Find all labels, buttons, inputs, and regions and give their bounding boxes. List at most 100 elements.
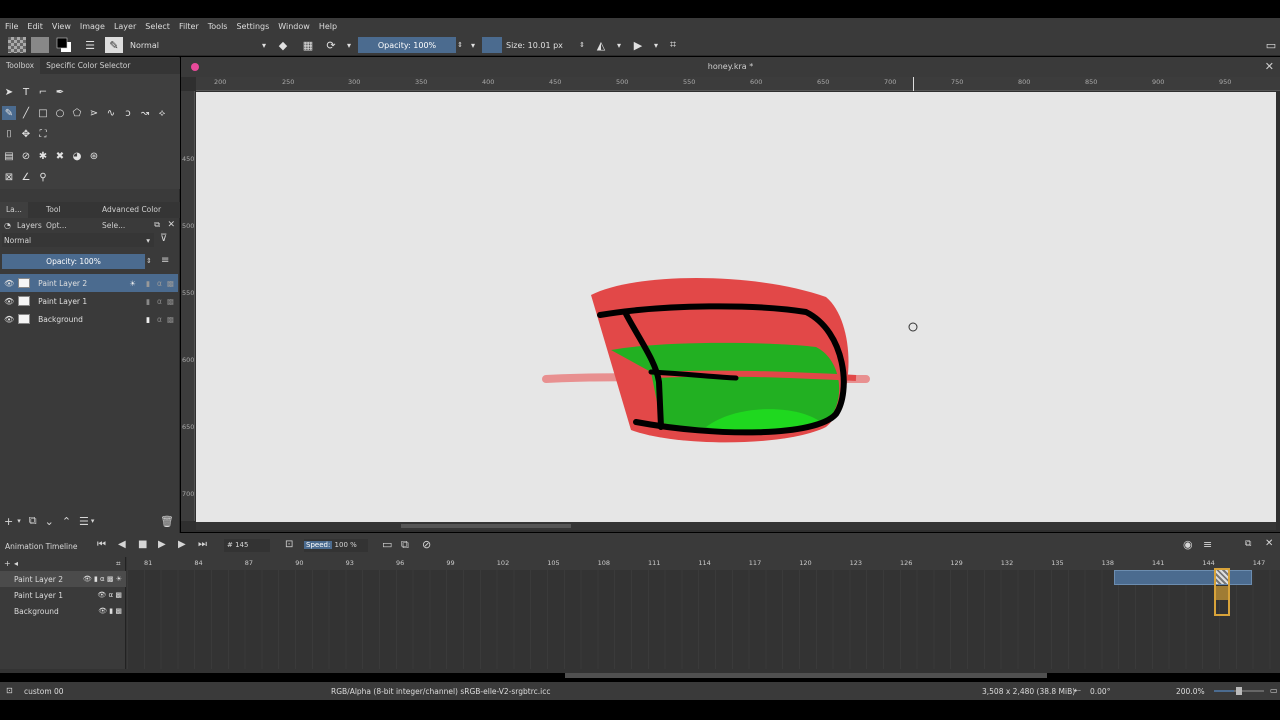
lock-icon[interactable]: ▮	[146, 315, 150, 324]
menu-help[interactable]: Help	[319, 22, 337, 31]
move-layer-up-icon[interactable]: ⌃	[62, 515, 71, 528]
onion-skin-toggle-icon[interactable]: ▭	[382, 538, 392, 551]
measure-tool-icon[interactable]: ∠	[19, 170, 33, 184]
opacity-spin-icon[interactable]: ⇕	[146, 257, 152, 265]
menu-image[interactable]: Image	[80, 22, 105, 31]
tab-layers[interactable]: La...	[0, 202, 28, 218]
first-frame-icon[interactable]: ⏮	[97, 539, 106, 550]
color-picker-icon[interactable]: ⊘	[19, 149, 33, 163]
ellipse-tool-icon[interactable]: ○	[53, 106, 67, 120]
fullscreen-icon[interactable]: ▭	[1270, 686, 1278, 695]
polyline-tool-icon[interactable]: ⋗	[87, 106, 101, 120]
freehand-path-icon[interactable]: ↄ	[121, 106, 135, 120]
menu-view[interactable]: View	[52, 22, 71, 31]
multibrush-icon[interactable]: ⟡	[155, 106, 169, 120]
transform-tool-icon[interactable]: ⛶	[36, 127, 50, 141]
chevron-down-icon[interactable]: ▾	[468, 37, 478, 53]
chevron-down-icon[interactable]: ▾	[651, 37, 661, 53]
brush-preset-icon[interactable]: ✎	[105, 37, 123, 53]
size-slider[interactable]: Size: 10.01 px	[502, 37, 578, 53]
alpha-lock-icon[interactable]: α	[157, 297, 162, 306]
brush-settings-icon[interactable]: ☰	[82, 37, 98, 53]
layer-flags-icon[interactable]: 👁 α ▩	[97, 591, 122, 599]
bezier-tool-icon[interactable]: ∿	[104, 106, 118, 120]
opacity-spin-icon[interactable]: ⇕	[456, 37, 464, 53]
pin-icon[interactable]: ⌗	[116, 559, 121, 569]
tab-toolbox[interactable]: Toolbox	[0, 58, 41, 74]
timeline-row-background[interactable]: Background 👁 ▮ ▩	[0, 603, 126, 619]
play-icon[interactable]: ▶	[158, 539, 166, 550]
add-layer-icon[interactable]: +	[4, 559, 11, 568]
freehand-brush-icon[interactable]: ✎	[2, 106, 16, 120]
fg-bg-color-button[interactable]	[55, 37, 73, 53]
layer-menu-icon[interactable]: ≡	[161, 255, 169, 266]
inherit-alpha-icon[interactable]: ▩	[167, 315, 174, 324]
document-tab[interactable]: honey.kra * ✕	[181, 57, 1280, 77]
close-icon[interactable]: ✕	[1265, 538, 1273, 549]
alpha-lock-icon[interactable]: α	[157, 315, 162, 324]
text-tool-icon[interactable]: T	[19, 85, 33, 99]
onion-skin-options-icon[interactable]: ⧉	[401, 538, 409, 552]
chevron-down-icon[interactable]: ▾	[17, 517, 21, 525]
next-frame-icon[interactable]: ▶	[178, 539, 186, 550]
chevron-down-icon[interactable]: ▾	[344, 37, 354, 53]
menu-layer[interactable]: Layer	[114, 22, 136, 31]
speed-input[interactable]: Speed: 100 %	[304, 539, 368, 552]
mirror-vertical-icon[interactable]: ▶	[630, 37, 646, 53]
menu-edit[interactable]: Edit	[27, 22, 43, 31]
onion-skin-icon[interactable]: ☀	[129, 279, 136, 288]
workspace-icon[interactable]: ▭	[1264, 37, 1278, 53]
tab-advanced-color-selector[interactable]: Advanced Color Sele...	[96, 202, 180, 230]
lock-icon[interactable]: ▮	[146, 279, 150, 288]
polygon-tool-icon[interactable]: ⬠	[70, 106, 84, 120]
inherit-alpha-icon[interactable]: ▩	[167, 297, 174, 306]
blend-mode-select[interactable]: Normal ▾	[128, 37, 268, 53]
rotate-icon[interactable]: ⇠	[1074, 686, 1081, 695]
timeline-row-paint-layer-2[interactable]: Paint Layer 2 👁 ▮ α ▩ ☀	[0, 571, 126, 587]
menu-file[interactable]: File	[5, 22, 18, 31]
reload-preset-icon[interactable]: ⟳	[323, 37, 339, 53]
frame-cell[interactable]	[1216, 586, 1228, 600]
mirror-horizontal-icon[interactable]: ◭	[593, 37, 609, 53]
auto-key-icon[interactable]: ⊘	[422, 538, 431, 551]
gradient-tool-icon[interactable]: ▤	[2, 149, 16, 163]
reference-tool-icon[interactable]: ⚲	[36, 170, 50, 184]
line-tool-icon[interactable]: ╱	[19, 106, 33, 120]
wrap-around-icon[interactable]: ⌗	[665, 37, 681, 53]
calligraphy-icon[interactable]: ✒	[53, 85, 67, 99]
layer-flags-icon[interactable]: 👁 ▮ α ▩ ☀	[83, 575, 122, 583]
scroll-thumb[interactable]	[401, 524, 571, 528]
eye-icon[interactable]: 👁	[4, 297, 14, 306]
perspective-grid-icon[interactable]: ⊠	[2, 170, 16, 184]
prev-frame-icon[interactable]: ◀	[118, 539, 126, 550]
selected-frames-range[interactable]	[1114, 570, 1252, 585]
smart-patch-icon[interactable]: ✱	[36, 149, 50, 163]
eye-icon[interactable]: 👁	[4, 279, 14, 288]
menu-window[interactable]: Window	[278, 22, 310, 31]
timeline-row-paint-layer-1[interactable]: Paint Layer 1 👁 α ▩	[0, 587, 126, 603]
add-layer-icon[interactable]: +	[4, 515, 13, 528]
close-icon[interactable]: ✕	[167, 220, 175, 230]
assistant-tool-icon[interactable]: ⊛	[87, 149, 101, 163]
eraser-icon[interactable]: ◆	[275, 37, 291, 53]
eye-icon[interactable]: 👁	[4, 315, 14, 324]
colorize-mask-icon[interactable]: ✖	[53, 149, 67, 163]
float-docker-icon[interactable]: ⧉	[1245, 539, 1251, 549]
drop-frames-icon[interactable]: ⊡	[285, 539, 293, 550]
keyframe-marker[interactable]	[1216, 570, 1228, 584]
layer-flags-icon[interactable]: 👁 ▮ ▩	[98, 607, 122, 615]
horizontal-scrollbar[interactable]	[196, 522, 1276, 530]
tab-tool-options[interactable]: Tool Opt...	[40, 202, 84, 230]
duplicate-layer-icon[interactable]: ⧉	[29, 514, 37, 528]
layer-row-background[interactable]: 👁 Background ▮ α ▩	[0, 310, 178, 328]
chevron-down-icon[interactable]: ▾	[614, 37, 624, 53]
layer-properties-icon[interactable]: ☰	[79, 515, 89, 528]
layer-blend-select[interactable]: Normal ▾	[2, 233, 154, 247]
preserve-alpha-icon[interactable]: ▦	[300, 37, 316, 53]
move-layer-down-icon[interactable]: ⌄	[45, 515, 54, 528]
filter-icon[interactable]: ⊽	[160, 233, 167, 244]
inherit-alpha-icon[interactable]: ▩	[167, 279, 174, 288]
stop-icon[interactable]: ■	[138, 539, 147, 550]
tab-specific-color-selector[interactable]: Specific Color Selector	[40, 58, 136, 74]
close-icon[interactable]: ✕	[1265, 57, 1274, 77]
